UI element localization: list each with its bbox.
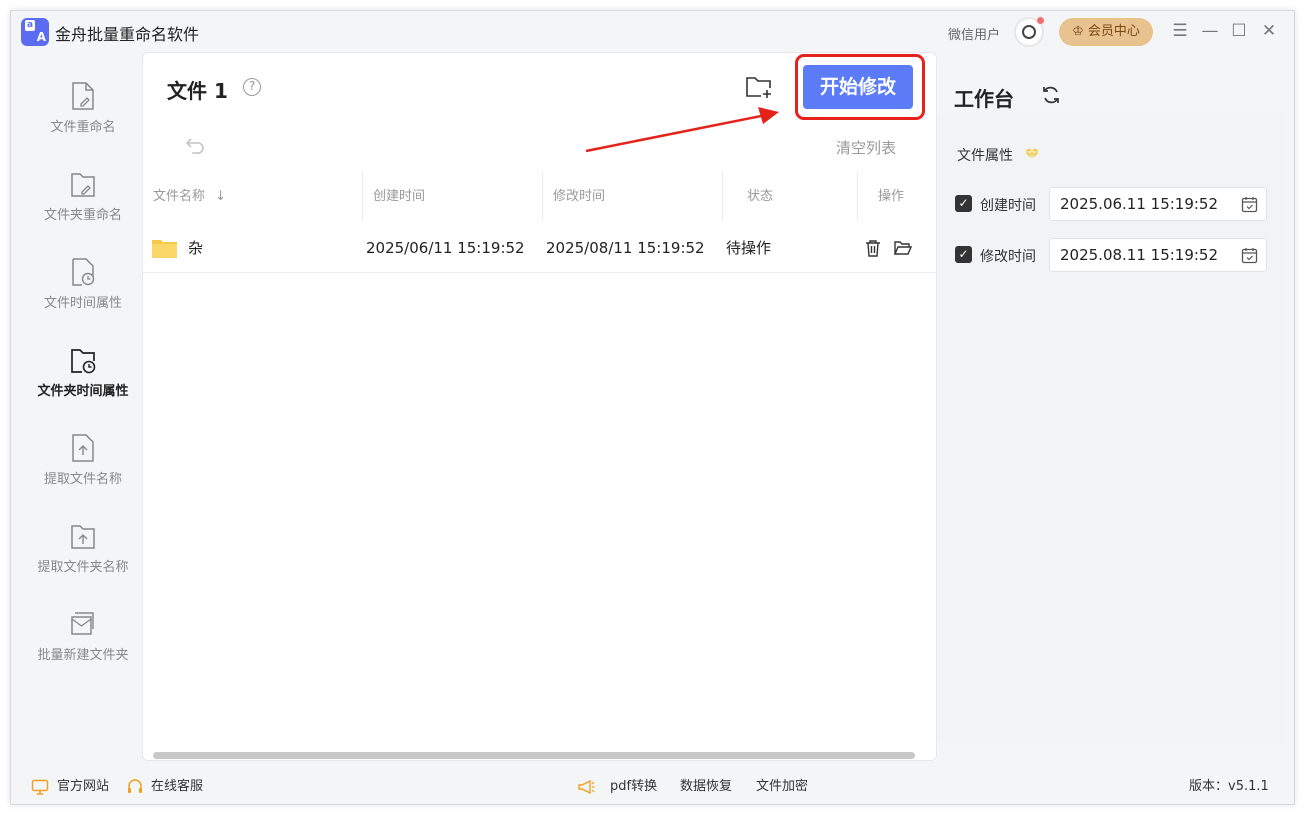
clear-list-button[interactable]: 清空列表 [836, 137, 896, 158]
column-divider [857, 171, 858, 221]
horizontal-scrollbar[interactable] [153, 752, 915, 759]
folder-clock-icon [71, 349, 96, 374]
workbench-panel: 文件属性 ✓ 创建时间 2025.06.11 15:19:52 ✓ 修改时间 2… [937, 113, 1284, 743]
folder-upload-icon [71, 525, 95, 549]
vip-center-button[interactable]: ♔ 会员中心 [1059, 18, 1153, 46]
crown-icon: ♔ [1072, 24, 1084, 39]
app-window: a A 金舟批量重命名软件 微信用户 ♔ 会员中心 ☰ — ☐ ✕ 文件重命名 … [10, 10, 1295, 805]
official-website-link[interactable]: 官方网站 [57, 769, 109, 805]
folder-icon [152, 240, 177, 258]
column-header-name[interactable]: 文件名称 ↓ [143, 171, 226, 223]
sidebar: 文件重命名 文件夹重命名 文件时间属性 文件夹时间属性 提取文件名称 提取文件夹… [23, 52, 143, 761]
megaphone-icon [578, 779, 595, 795]
file-list-panel: 文件 1 ? 开始修改 清空列表 文件名称 ↓ 创建时间 修改时间 状态 操作 … [142, 52, 937, 761]
headset-icon [128, 779, 142, 793]
menu-icon[interactable]: ☰ [1169, 20, 1191, 42]
file-upload-icon [72, 434, 94, 462]
sort-arrow-icon: ↓ [215, 189, 227, 204]
created-time-value: 2025.06.11 15:19:52 [1060, 195, 1219, 213]
logo-letter-small: a [25, 20, 35, 31]
workbench-title: 工作台 [954, 87, 1014, 111]
avatar[interactable] [1014, 17, 1044, 47]
pdf-convert-link[interactable]: pdf转换 [610, 769, 657, 805]
monitor-icon [31, 779, 49, 795]
undo-icon[interactable] [183, 135, 205, 155]
page-title: 文件 1 [167, 79, 228, 103]
created-time-row: ✓ 创建时间 2025.06.11 15:19:52 [953, 187, 1267, 221]
avatar-badge-icon [1037, 17, 1044, 24]
delete-icon[interactable] [864, 239, 882, 257]
file-clock-icon [72, 258, 95, 286]
online-support-link[interactable]: 在线客服 [151, 769, 203, 805]
version-label: 版本：v5.1.1 [1189, 779, 1269, 794]
status-bar: 官方网站 在线客服 pdf转换 数据恢复 文件加密 版本：v5.1.1 [11, 769, 1296, 805]
sidebar-item-file-time[interactable]: 文件时间属性 [23, 258, 143, 346]
sidebar-item-label: 批量新建文件夹 [37, 648, 129, 663]
sidebar-item-label: 提取文件夹名称 [37, 560, 129, 575]
help-icon[interactable]: ? [243, 78, 261, 96]
file-properties-title: 文件属性 [957, 148, 1013, 164]
status-cell: 待操作 [726, 239, 772, 257]
add-folder-icon[interactable] [745, 75, 773, 99]
user-name[interactable]: 微信用户 [948, 24, 1000, 43]
column-header-status: 状态 [747, 189, 774, 204]
file-name-cell: 杂 [188, 239, 204, 257]
minimize-icon[interactable]: — [1199, 20, 1221, 42]
maximize-icon[interactable]: ☐ [1228, 20, 1250, 42]
data-recovery-link[interactable]: 数据恢复 [680, 769, 732, 805]
column-divider [722, 171, 723, 221]
vip-center-label: 会员中心 [1087, 24, 1140, 39]
file-edit-icon [72, 82, 94, 110]
logo-letter-large: A [36, 30, 46, 44]
modified-time-checkbox[interactable]: ✓ [955, 246, 972, 263]
open-folder-icon[interactable] [894, 239, 912, 257]
modified-time-cell: 2025/08/11 15:19:52 [546, 239, 705, 257]
avatar-face-icon [1022, 25, 1036, 39]
modified-time-label: 修改时间 [980, 249, 1036, 265]
sidebar-item-label: 文件重命名 [50, 120, 116, 135]
table-header: 文件名称 ↓ 创建时间 修改时间 状态 操作 [143, 171, 936, 223]
modified-time-input[interactable]: 2025.08.11 15:19:52 [1049, 238, 1267, 272]
title-bar: a A 金舟批量重命名软件 微信用户 ♔ 会员中心 ☰ — ☐ ✕ [11, 11, 1294, 53]
column-header-created: 创建时间 [373, 189, 426, 204]
sidebar-item-folder-time[interactable]: 文件夹时间属性 [23, 346, 143, 434]
calendar-icon[interactable] [1241, 247, 1258, 264]
sidebar-item-label: 文件时间属性 [43, 296, 122, 311]
created-time-checkbox[interactable]: ✓ [955, 195, 972, 212]
new-folders-icon [71, 612, 94, 635]
sidebar-item-label: 文件夹重命名 [43, 208, 122, 223]
sidebar-item-file-rename[interactable]: 文件重命名 [23, 82, 143, 170]
column-header-actions: 操作 [878, 189, 905, 204]
sidebar-item-folder-rename[interactable]: 文件夹重命名 [23, 170, 143, 258]
start-modify-button[interactable]: 开始修改 [803, 65, 913, 109]
sidebar-item-label: 提取文件名称 [43, 472, 122, 487]
created-time-cell: 2025/06/11 15:19:52 [366, 239, 525, 257]
modified-time-value: 2025.08.11 15:19:52 [1060, 246, 1219, 264]
column-header-modified: 修改时间 [553, 189, 606, 204]
created-time-input[interactable]: 2025.06.11 15:19:52 [1049, 187, 1267, 221]
created-time-label: 创建时间 [980, 198, 1036, 214]
file-encrypt-link[interactable]: 文件加密 [756, 769, 808, 805]
app-title: 金舟批量重命名软件 [55, 25, 200, 44]
column-header-label: 文件名称 [153, 189, 206, 204]
modified-time-row: ✓ 修改时间 2025.08.11 15:19:52 [953, 238, 1267, 272]
close-icon[interactable]: ✕ [1258, 20, 1280, 42]
folder-edit-icon [71, 173, 95, 197]
sidebar-item-batch-new-folder[interactable]: 批量新建文件夹 [23, 610, 143, 698]
sidebar-item-extract-folder-names[interactable]: 提取文件夹名称 [23, 522, 143, 610]
annotation-arrow-icon [585, 107, 779, 153]
refresh-icon[interactable] [1041, 85, 1061, 105]
sidebar-item-extract-file-names[interactable]: 提取文件名称 [23, 434, 143, 522]
app-logo-icon: a A [21, 18, 49, 46]
calendar-icon[interactable] [1241, 196, 1258, 213]
vip-gem-icon [1025, 148, 1039, 160]
table-row[interactable]: 杂 2025/06/11 15:19:52 2025/08/11 15:19:5… [143, 223, 936, 273]
sidebar-item-label: 文件夹时间属性 [37, 384, 129, 399]
